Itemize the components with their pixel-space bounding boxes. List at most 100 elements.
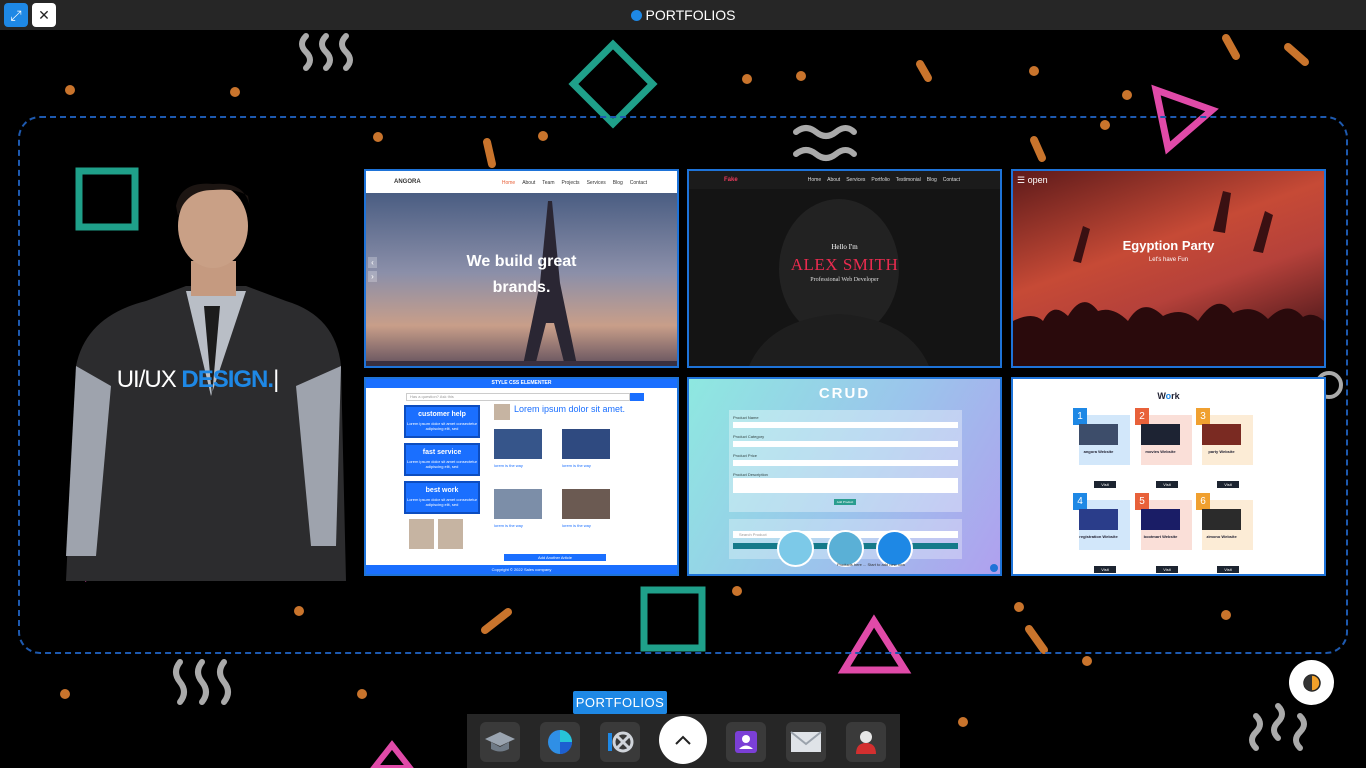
elementer-service-box: customer help Lorem ipsum dolor sit amet… [404,405,480,438]
article-caption: lorem is the way [494,463,523,468]
angora-logo: ANGORA [394,179,421,185]
portfolio-card-css-elementer[interactable]: STYLE CSS ELEMENTER Has a question? Ask … [364,377,679,576]
work-tile-label: angora Website [1083,449,1114,454]
visit-button: Visit [1094,566,1116,573]
typing-cursor: | [273,366,279,393]
work-tile: 6 zimono Website [1196,493,1253,550]
alex-role: Professional Web Developer [810,277,879,283]
team-photo [409,519,434,549]
window-title-text: PORTFOLIOS [645,7,736,23]
work-tile: 4 registration Website [1073,493,1130,550]
form-textarea [733,478,958,493]
service-box-text: Lorem ipsum dolor sit amet consectetur a… [406,497,478,507]
article-caption: lorem is the way [494,523,523,528]
crud-form: Product Name Product Category Product Pr… [729,410,962,512]
dock-profile-button[interactable] [846,722,886,762]
hero-text-plain: UI/UX [116,366,182,393]
work-tile-label: bootmart Website [1143,534,1178,539]
party-crowd-image [1013,191,1324,366]
white-squiggle-4 [1249,703,1307,751]
elementer-question-button [630,393,644,401]
chevron-up-icon [675,735,691,745]
alex-nav-link: Contact [942,177,960,183]
angora-nav-link: Contact [629,180,647,186]
work-tile-label: registration Website [1079,534,1118,539]
party-menu-button: ☰ open [1017,175,1048,185]
angora-headline-line1: We build great [466,253,577,270]
decor-bubble [777,530,814,567]
portfolio-card-alex-smith[interactable]: Fake Home About Services Portfolio Testi… [687,169,1002,368]
portfolio-card-angora[interactable]: ANGORA Home About Team Projects Services… [364,169,679,368]
elementer-question-input: Has a question? Ask this [406,393,630,401]
alex-nav-link: Home [807,177,822,183]
theme-toggle-button[interactable] [1289,660,1334,705]
work-tile: 2 movies Website [1135,408,1192,465]
party-subtitle: Let's have Fun [1148,257,1189,263]
form-field [733,460,958,466]
work-tile-number: 3 [1196,408,1210,425]
pink-triangle-corner [370,740,414,768]
angora-nav-link: About [522,180,536,186]
dock-home-button[interactable] [659,716,707,764]
dock-about-button[interactable] [726,722,766,762]
elementer-footer: Copyright © 2022 Sales company [366,565,677,574]
alex-nav-link: About [827,177,841,183]
article-image [494,429,542,459]
work-title-c: rk [1171,391,1180,401]
portfolio-icon [608,731,634,753]
dock-portfolios-button[interactable] [600,722,640,762]
angora-nav-link: Blog [612,180,623,186]
hero-deco-square [75,167,139,231]
dock-tooltip: PORTFOLIOS [573,691,667,719]
dock-skills-button[interactable] [540,722,580,762]
article-image [562,429,610,459]
article-caption: lorem is the way [562,463,591,468]
add-product-button: Add Product [834,499,856,505]
work-tile-label: zimono Website [1206,534,1237,539]
work-tile-image [1202,424,1241,445]
hero-panel: UI/UX DESIGN.| [36,166,359,581]
white-squiggle [299,33,353,71]
profile-card-icon [735,731,757,753]
angora-headline: We build great brands. [366,249,677,301]
dock-contact-button[interactable] [786,722,826,762]
service-box-title: customer help [418,411,466,418]
angora-navbar: ANGORA Home About Team Projects Services… [366,171,677,193]
team-photo [438,519,463,549]
portfolio-card-crud[interactable]: CRUD Product Name Product Category Produ… [687,377,1002,576]
work-tile: 1 angora Website [1073,408,1130,465]
work-tile: 5 bootmart Website [1135,493,1192,550]
elementer-service-box: best work Lorem ipsum dolor sit amet con… [404,481,480,514]
title-bar: ⤢ ✕ PORTFOLIOS [0,0,1366,30]
visit-button: Visit [1217,481,1239,488]
visit-button: Visit [1156,566,1178,573]
visit-button: Visit [1094,481,1116,488]
portfolio-card-party[interactable]: ☰ open Egyption Party Let's have Fun [1011,169,1326,368]
pie-chart-icon [548,730,572,754]
alex-nav-links: Home About Services Portfolio Testimonia… [808,177,960,183]
title-dot-icon [630,10,642,21]
white-squiggle-3 [173,659,231,705]
portfolio-card-work[interactable]: Work 1 angora Website Visit 2 movies Website… [1011,377,1326,576]
form-label: Product Description [733,472,768,477]
service-box-text: Lorem ipsum dolor sit amet consectetur a… [406,459,478,469]
party-title: Egyption Party [1122,238,1215,253]
crud-empty-text: Products here ... Start to add new now [837,562,906,567]
alex-nav-link: Testimonial [895,177,921,183]
add-article-button: Add Another Article [504,554,606,561]
service-box-title: best work [425,487,459,494]
work-tile: 3 party Website [1196,408,1253,465]
form-label: Product Category [733,434,765,439]
form-field [733,441,958,447]
angora-nav-link: Team [542,180,555,186]
hero-text-accent: DESIGN. [181,366,274,393]
work-tile-number: 2 [1135,408,1149,425]
user-icon [856,731,876,754]
service-box-title: fast service [422,449,462,456]
dock-education-button[interactable] [480,722,520,762]
form-label: Product Price [733,453,758,458]
teal-diamond [568,39,658,129]
work-tile-image [1141,424,1180,445]
article-caption: lorem is the way [562,523,591,528]
article-image [562,489,610,519]
